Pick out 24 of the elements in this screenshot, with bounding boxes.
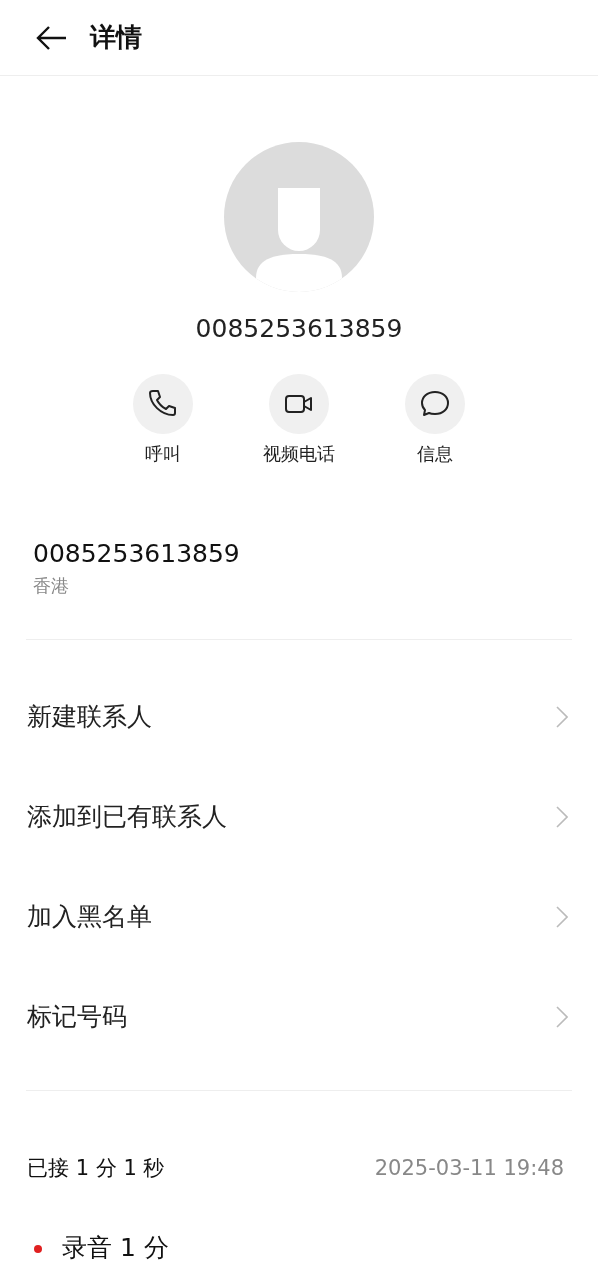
contact-number: 0085253613859 <box>194 313 404 345</box>
action-label: 信息 <box>417 441 453 466</box>
action-label: 呼叫 <box>145 441 181 466</box>
menu-item-label: 新建联系人 <box>27 701 152 734</box>
menu-item-label: 加入黑名单 <box>27 901 152 934</box>
menu-item-label: 添加到已有联系人 <box>27 801 227 834</box>
page-title: 详情 <box>90 21 142 54</box>
chevron-right-icon <box>556 806 568 828</box>
chevron-right-icon <box>556 1006 568 1028</box>
menu-item[interactable]: 新建联系人 <box>0 667 598 767</box>
menu-item[interactable]: 添加到已有联系人 <box>0 767 598 867</box>
menu-item[interactable]: 加入黑名单 <box>0 867 598 967</box>
chevron-right-icon <box>556 706 568 728</box>
recording-label: 录音 1 分 <box>62 1234 169 1260</box>
chevron-right-icon <box>556 906 568 928</box>
recording-dot-icon <box>34 1244 42 1253</box>
menu-item[interactable]: 标记号码 <box>0 967 598 1067</box>
number-location: 香港 <box>33 574 70 598</box>
call-time: 2025-03-11 19:48 <box>374 1155 564 1182</box>
back-button[interactable] <box>36 24 68 51</box>
call-status: 已接 1 分 1 秒 <box>27 1155 165 1182</box>
action-label: 视频电话 <box>263 441 335 466</box>
phone-number: 0085253613859 <box>33 537 241 570</box>
menu-item-label: 标记号码 <box>27 1001 127 1034</box>
